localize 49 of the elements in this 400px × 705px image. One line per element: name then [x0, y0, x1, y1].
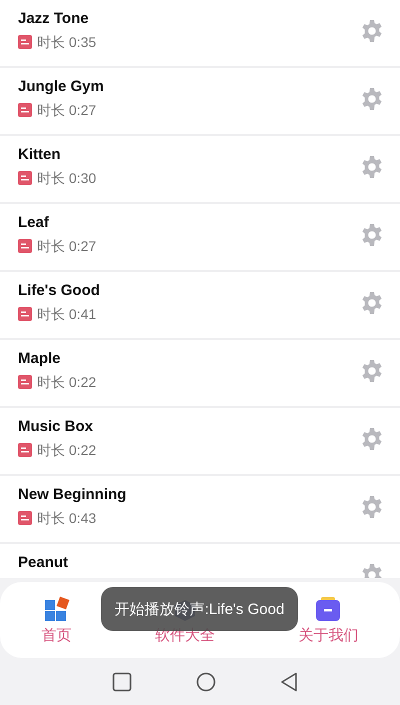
- folder-icon: [315, 596, 342, 622]
- ringtone-title: Peanut: [18, 554, 70, 572]
- nav-tab[interactable]: 首页: [42, 596, 72, 644]
- nav-tab[interactable]: 关于我们: [298, 596, 358, 644]
- duration-icon: [18, 375, 32, 389]
- settings-icon[interactable]: [360, 87, 384, 111]
- ringtone-row[interactable]: Kitten 时长 0:30: [0, 136, 400, 204]
- duration-icon: [18, 511, 32, 525]
- settings-icon[interactable]: [360, 19, 384, 43]
- ringtone-title: Life's Good: [18, 282, 101, 300]
- ringtone-title: Maple: [18, 350, 62, 368]
- duration-icon: [18, 171, 32, 185]
- ringtone-title: Leaf: [18, 214, 50, 232]
- ringtone-title: Kitten: [18, 146, 62, 164]
- duration-text: 时长 0:27: [37, 237, 96, 255]
- ringtone-title: Music Box: [18, 418, 94, 436]
- duration-text: 时长 0:22: [37, 441, 96, 459]
- ringtone-title: Jungle Gym: [18, 78, 105, 96]
- playback-toast: 开始播放铃声:Life's Good: [101, 587, 298, 631]
- settings-icon[interactable]: [360, 155, 384, 179]
- grid-icon: [44, 596, 70, 622]
- settings-icon[interactable]: [360, 359, 384, 383]
- ringtone-row[interactable]: Jazz Tone 时长 0:35: [0, 0, 400, 68]
- ringtone-row[interactable]: Maple 时长 0:22: [0, 340, 400, 408]
- settings-icon[interactable]: [360, 427, 384, 451]
- duration-text: 时长 0:41: [37, 305, 96, 323]
- home-icon[interactable]: [196, 672, 216, 692]
- duration-icon: [18, 35, 32, 49]
- back-icon[interactable]: [280, 672, 298, 692]
- duration-text: 时长 0:43: [37, 509, 96, 527]
- ringtone-title: Jazz Tone: [18, 10, 90, 28]
- duration-icon: [18, 239, 32, 253]
- duration-text: 时长 0:30: [37, 169, 96, 187]
- ringtone-row[interactable]: Leaf 时长 0:27: [0, 204, 400, 272]
- duration-icon: [18, 307, 32, 321]
- ringtone-row[interactable]: Life's Good 时长 0:41: [0, 272, 400, 340]
- duration-icon: [18, 103, 32, 117]
- ringtone-row[interactable]: Jungle Gym 时长 0:27: [0, 68, 400, 136]
- settings-icon[interactable]: [360, 495, 384, 519]
- duration-text: 时长 0:22: [37, 373, 96, 391]
- ringtone-row[interactable]: Music Box 时长 0:22: [0, 408, 400, 476]
- duration-text: 时长 0:27: [37, 101, 96, 119]
- recent-apps-icon[interactable]: [112, 672, 132, 692]
- ringtone-title: New Beginning: [18, 486, 128, 504]
- duration-icon: [18, 443, 32, 457]
- settings-icon[interactable]: [360, 291, 384, 315]
- duration-text: 时长 0:35: [37, 33, 96, 51]
- ringtone-row[interactable]: New Beginning 时长 0:43: [0, 476, 400, 544]
- settings-icon[interactable]: [360, 223, 384, 247]
